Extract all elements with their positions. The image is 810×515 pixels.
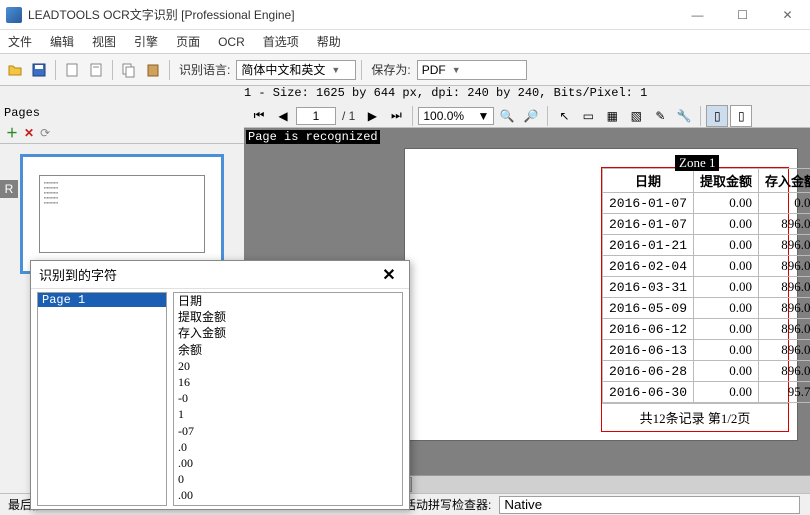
menu-help[interactable]: 帮助 (317, 33, 341, 50)
menu-file[interactable]: 文件 (8, 33, 32, 50)
page2-icon[interactable] (85, 59, 107, 81)
add-page-icon[interactable]: ＋ (6, 124, 18, 141)
delete-page-icon[interactable]: ✕ (24, 126, 34, 140)
lang-label: 识别语言: (179, 61, 230, 78)
menu-preferences[interactable]: 首选项 (263, 33, 299, 50)
dialog-text-output[interactable]: 日期提取金额存入金额余额2016-01-07.0.000.004,710.88 (173, 292, 403, 506)
zoom-out-icon[interactable]: 🔎 (520, 105, 542, 127)
zoom-in-icon[interactable]: 🔍 (496, 105, 518, 127)
window-titlebar: LEADTOOLS OCR文字识别 [Professional Engine] … (0, 0, 810, 30)
zoom-combo[interactable]: 100.0%▼ (418, 107, 494, 125)
window-title: LEADTOOLS OCR文字识别 [Professional Engine] (28, 6, 675, 23)
paste-icon[interactable] (142, 59, 164, 81)
zone3-icon[interactable]: ▧ (625, 105, 647, 127)
dialog-page-list[interactable]: Page 1 (37, 292, 167, 506)
page-number-input[interactable] (296, 107, 336, 125)
spellcheck-label: 活动拼写检查器: (404, 496, 491, 513)
lang-combo[interactable]: 简体中文和英文▼ (236, 60, 356, 80)
page-canvas: Zone 1 日期提取金额存入金额余额 2016-01-070.000.004,… (404, 148, 798, 441)
saveas-combo[interactable]: PDF▼ (417, 60, 527, 80)
table-row: 2016-06-280.00896.0011,878.88 (603, 361, 810, 382)
menu-page[interactable]: 页面 (176, 33, 200, 50)
save-icon[interactable] (28, 59, 50, 81)
table-row: 2016-05-090.00896.009,190.88 (603, 298, 810, 319)
copy-icon[interactable] (118, 59, 140, 81)
info-bar: 1 - Size: 1625 by 644 px, dpi: 240 by 24… (0, 86, 810, 104)
side-tab[interactable]: R (0, 180, 18, 198)
page-thumbnail-1[interactable]: ▪▪▪▪▪▪▪▪▪▪▪▪▪▪▪▪▪▪▪▪▪▪▪▪▪▪▪▪▪▪▪▪▪▪▪▪▪▪▪▪… (20, 154, 224, 274)
minimize-button[interactable]: — (675, 0, 720, 30)
table-row: 2016-02-040.00896.007,398.88 (603, 256, 810, 277)
table-header: 提取金额 (694, 169, 759, 193)
navigation-toolbar: ⏮ ◀ / 1 ▶ ⏭ 100.0%▼ 🔍 🔎 ↖ ▭ ▦ ▧ ✎ 🔧 ▯ ▯ (244, 104, 810, 128)
zone-1-box[interactable]: 日期提取金额存入金额余额 2016-01-070.000.004,710.882… (601, 167, 789, 432)
main-toolbar: 识别语言: 简体中文和英文▼ 保存为: PDF▼ (0, 54, 810, 86)
page-total-label: / 1 (342, 109, 355, 123)
pages-header: Pages (0, 104, 244, 122)
recognized-chars-dialog: 识别到的字符 ✕ Page 1 日期提取金额存入金额余额2016-01-07.0… (30, 260, 410, 510)
close-button[interactable]: ✕ (765, 0, 810, 30)
saveas-label: 保存为: (371, 61, 410, 78)
open-icon[interactable] (4, 59, 26, 81)
edit-icon[interactable]: ✎ (649, 105, 671, 127)
list-item[interactable]: Page 1 (38, 293, 166, 307)
table-row: 2016-06-120.00896.0010,086.88 (603, 319, 810, 340)
view-mode1-icon[interactable]: ▯ (706, 105, 728, 127)
app-icon (6, 7, 22, 23)
table-row: 2016-06-300.0095.7211,974.60 (603, 382, 810, 403)
refresh-icon[interactable]: ⟳ (40, 126, 50, 140)
zone2-icon[interactable]: ▦ (601, 105, 623, 127)
table-row: 2016-01-070.00896.005,606.88 (603, 214, 810, 235)
menu-bar: 文件 编辑 视图 引擎 页面 OCR 首选项 帮助 (0, 30, 810, 54)
zone-icon[interactable]: ▭ (577, 105, 599, 127)
table-row: 2016-01-210.00896.006,502.88 (603, 235, 810, 256)
maximize-button[interactable]: ☐ (720, 0, 765, 30)
menu-engine[interactable]: 引擎 (134, 33, 158, 50)
table-row: 2016-06-130.00896.0010,982.88 (603, 340, 810, 361)
table-row: 2016-03-310.00896.008,294.88 (603, 277, 810, 298)
menu-ocr[interactable]: OCR (218, 35, 245, 49)
table-row: 2016-01-070.000.004,710.88 (603, 193, 810, 214)
next-page-icon[interactable]: ▶ (361, 105, 383, 127)
view-mode2-icon[interactable]: ▯ (730, 105, 752, 127)
menu-view[interactable]: 视图 (92, 33, 116, 50)
table-header: 日期 (603, 169, 694, 193)
dialog-close-icon[interactable]: ✕ (377, 265, 401, 285)
zone-label: Zone 1 (675, 155, 719, 171)
page-icon[interactable] (61, 59, 83, 81)
pointer-icon[interactable]: ↖ (553, 105, 575, 127)
table-footer: 共12条记录 第1/2页 (602, 403, 788, 431)
dialog-title: 识别到的字符 (39, 265, 117, 284)
menu-edit[interactable]: 编辑 (50, 33, 74, 50)
page-status-label: Page is recognized (246, 130, 380, 144)
ocr-table: 日期提取金额存入金额余额 2016-01-070.000.004,710.882… (602, 168, 810, 403)
prev-page-icon[interactable]: ◀ (272, 105, 294, 127)
props-icon[interactable]: 🔧 (673, 105, 695, 127)
last-page-icon[interactable]: ⏭ (385, 105, 407, 127)
first-page-icon[interactable]: ⏮ (248, 105, 270, 127)
table-header: 存入金额 (759, 169, 810, 193)
